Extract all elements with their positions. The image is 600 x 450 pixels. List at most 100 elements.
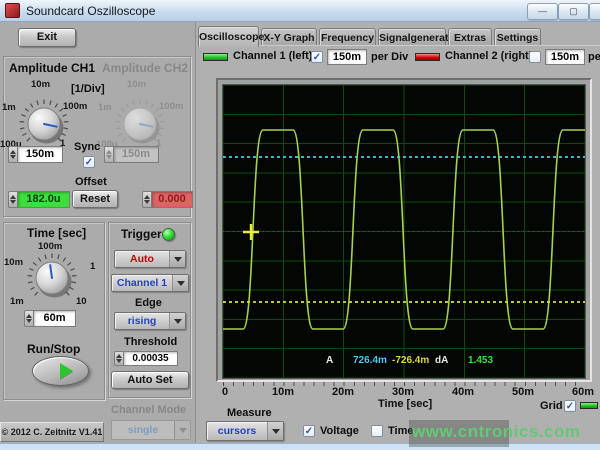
channel1-checkbox[interactable]: ✓: [311, 51, 323, 63]
time-value[interactable]: 60m: [34, 310, 76, 327]
trigger-title: Trigger: [121, 227, 162, 241]
minimize-button[interactable]: —: [527, 3, 558, 20]
amplitude-ch2-knob: [112, 96, 168, 152]
dropdown-arrow-icon: [172, 275, 188, 291]
offset-ch1-field[interactable]: 182.0u: [8, 191, 70, 208]
time-spinner[interactable]: [24, 310, 34, 327]
channel-mode-label: Channel Mode: [111, 404, 186, 416]
play-icon: [60, 363, 73, 379]
grid-checkbox[interactable]: ✓: [564, 400, 576, 412]
tab-signalgenerator[interactable]: Signalgenerator: [378, 28, 446, 46]
channel1-label: Channel 1 (left): [233, 50, 312, 62]
offset-label: Offset: [75, 176, 107, 188]
x-tick-30m: 30m: [392, 386, 414, 398]
amplitude-ch1-knob[interactable]: [16, 96, 72, 152]
offset-reset-button[interactable]: Reset: [72, 190, 118, 208]
threshold-value[interactable]: 0.00035: [124, 351, 178, 366]
window-bottom-border: [0, 443, 600, 450]
tab-oscilloscope[interactable]: Oscilloscope: [198, 26, 259, 47]
app-icon: [5, 3, 20, 18]
scope-display[interactable]: A 726.4m -726.4m dA 1.453: [222, 84, 586, 379]
maximize-button[interactable]: ▢: [558, 3, 589, 20]
tab-settings[interactable]: Settings: [494, 28, 541, 46]
offset-ch1-value[interactable]: 182.0u: [18, 191, 70, 208]
x-tick-50m: 50m: [512, 386, 534, 398]
time-title: Time [sec]: [27, 226, 86, 240]
run-stop-button[interactable]: [32, 356, 89, 386]
tab-frequency[interactable]: Frequency: [319, 28, 376, 46]
run-stop-label: Run/Stop: [27, 342, 80, 356]
tab-extras[interactable]: Extras: [448, 28, 492, 46]
trigger-source-dropdown[interactable]: Channel 1: [111, 274, 189, 292]
channel2-perdiv-label: per Div: [588, 51, 600, 63]
trigger-led: [162, 228, 175, 241]
dropdown-arrow-icon: [267, 422, 283, 440]
trigger-mode-value: Auto: [115, 253, 169, 265]
voltage-checkbox[interactable]: ✓: [303, 425, 315, 437]
dropdown-arrow-icon: [169, 313, 185, 329]
sync-checkbox[interactable]: ✓: [83, 156, 95, 168]
channel2-color-swatch: [415, 53, 440, 61]
x-tick-40m: 40m: [452, 386, 474, 398]
threshold-label: Threshold: [124, 336, 177, 348]
channel2-label: Channel 2 (right): [445, 50, 532, 62]
channel-mode-value: single: [112, 424, 174, 436]
amplitude-unit-label: [1/Div]: [71, 83, 105, 95]
time-label-10m: 10m: [4, 257, 23, 268]
dropdown-arrow-icon: [174, 421, 190, 439]
time-field[interactable]: 60m: [24, 310, 76, 327]
threshold-spinner[interactable]: [114, 351, 124, 366]
offset-ch2-field: 0.000: [142, 191, 193, 208]
channel2-checkbox[interactable]: [529, 51, 541, 63]
channel1-perdiv-label: per Div: [371, 51, 408, 63]
amplitude-ch1-value[interactable]: 150m: [18, 146, 63, 163]
edge-label: Edge: [135, 297, 162, 309]
amplitude-ch2-spinner: [104, 146, 114, 163]
watermark-text: www.cntronics.com: [412, 422, 580, 442]
offset-ch1-spinner[interactable]: [8, 191, 18, 208]
exit-button[interactable]: Exit: [18, 28, 76, 47]
measure-mode-dropdown[interactable]: cursors: [206, 421, 284, 441]
time-label-1: 1: [90, 261, 95, 272]
channel1-perdiv-field[interactable]: 150m: [327, 49, 367, 65]
measure-mode-value: cursors: [207, 425, 267, 437]
amplitude-ch1-field[interactable]: 150m: [8, 146, 63, 163]
close-button[interactable]: ✕: [589, 3, 600, 20]
auto-set-button[interactable]: Auto Set: [111, 371, 189, 389]
trigger-edge-dropdown[interactable]: rising: [114, 312, 186, 330]
scope-plot[interactable]: [223, 85, 585, 378]
window-title: Soundcard Oszilloscope: [26, 4, 155, 18]
time-label-1m: 1m: [10, 296, 24, 307]
knob2-label-10m: 10m: [127, 79, 146, 90]
grid-label: Grid: [540, 400, 563, 412]
knob1-label-10m: 10m: [31, 79, 50, 90]
x-axis-title: Time [sec]: [378, 398, 432, 410]
threshold-field[interactable]: 0.00035: [114, 351, 178, 366]
trigger-mode-dropdown[interactable]: Auto: [114, 250, 186, 268]
amplitude-ch1-title: Amplitude CH1: [9, 61, 95, 75]
tab-xy-graph[interactable]: X-Y Graph: [261, 28, 317, 46]
trigger-edge-value: rising: [115, 315, 169, 327]
amplitude-ch2-title: Amplitude CH2: [102, 61, 188, 75]
offset-ch2-spinner: [142, 191, 152, 208]
amplitude-ch2-field: 150m: [104, 146, 159, 163]
offset-ch2-value: 0.000: [152, 191, 193, 208]
amplitude-ch2-value: 150m: [114, 146, 159, 163]
channel1-color-swatch: [203, 53, 228, 61]
version-status-bar: © 2012 C. Zeitnitz V1.41: [0, 422, 104, 442]
dropdown-arrow-icon: [169, 251, 185, 267]
channel-mode-dropdown: single: [111, 420, 191, 440]
time-measure-checkbox[interactable]: [371, 425, 383, 437]
knob1-label-1m: 1m: [2, 102, 16, 113]
x-tick-20m: 20m: [332, 386, 354, 398]
measure-label: Measure: [227, 407, 272, 419]
grid-color-swatch: [580, 402, 598, 409]
voltage-label: Voltage: [320, 425, 359, 437]
trigger-source-value: Channel 1: [112, 277, 172, 289]
x-tick-10m: 10m: [272, 386, 294, 398]
time-knob[interactable]: [24, 250, 80, 306]
channel2-perdiv-field[interactable]: 150m: [545, 49, 585, 65]
x-tick-0: 0: [222, 386, 228, 398]
title-bar: Soundcard Oszilloscope: [0, 0, 600, 22]
amplitude-ch1-spinner[interactable]: [8, 146, 18, 163]
